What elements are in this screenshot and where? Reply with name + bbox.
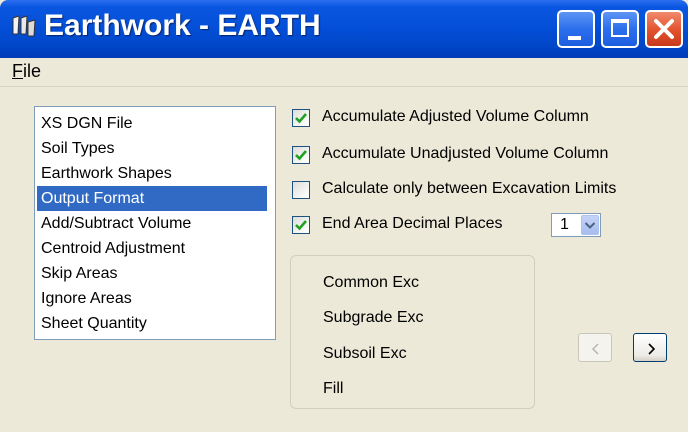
checkmark-icon (295, 113, 307, 124)
checkmark-icon (295, 220, 307, 231)
next-button[interactable] (633, 333, 667, 362)
close-button[interactable] (645, 10, 683, 48)
decimal-places-select[interactable]: 1 (551, 213, 601, 237)
decimal-places-value: 1 (560, 216, 569, 233)
menu-file-label: ile (23, 61, 42, 81)
minimize-icon (568, 36, 581, 40)
list-item-add-subtract-volume[interactable]: Add/Subtract Volume (37, 211, 267, 236)
window-title: Earthwork - EARTH (44, 9, 321, 42)
group-item-common-exc: Common Exc (323, 274, 420, 291)
end-area-decimals-label: End Area Decimal Places (322, 215, 503, 232)
list-item-ignore-areas[interactable]: Ignore Areas (37, 286, 267, 311)
category-list[interactable]: XS DGN File Soil Types Earthwork Shapes … (34, 106, 276, 340)
output-columns-group: Common Exc Subgrade Exc Subsoil Exc Fill (290, 255, 535, 409)
chevron-left-icon (592, 343, 599, 355)
maximize-button[interactable] (601, 10, 639, 48)
list-item-centroid-adjustment[interactable]: Centroid Adjustment (37, 236, 267, 261)
calculate-between-limits-checkbox[interactable] (292, 181, 310, 199)
list-item-output-format[interactable]: Output Format (37, 186, 267, 211)
list-item-skip-areas[interactable]: Skip Areas (37, 261, 267, 286)
menu-file-accelerator: F (12, 61, 23, 81)
minimize-button[interactable] (557, 10, 595, 48)
menu-file[interactable]: File (12, 61, 41, 82)
maximize-icon (611, 19, 629, 37)
calculate-between-limits-label: Calculate only between Excavation Limits (322, 180, 617, 197)
group-item-subsoil-exc: Subsoil Exc (323, 345, 407, 362)
menu-bar: File (0, 58, 688, 87)
earthwork-app-icon[interactable] (10, 12, 38, 40)
chevron-down-icon (584, 222, 596, 229)
earthwork-window: Earthwork - EARTH File XS DGN File Soil … (0, 0, 688, 432)
accumulate-adjusted-checkbox[interactable] (292, 109, 310, 127)
list-item-earthwork-shapes[interactable]: Earthwork Shapes (37, 161, 267, 186)
list-item-sheet-quantity[interactable]: Sheet Quantity (37, 311, 267, 336)
accumulate-unadjusted-label: Accumulate Unadjusted Volume Column (322, 145, 609, 162)
end-area-decimals-checkbox[interactable] (292, 216, 310, 234)
accumulate-adjusted-label: Accumulate Adjusted Volume Column (322, 108, 589, 125)
group-item-fill: Fill (323, 380, 344, 397)
list-item-soil-types[interactable]: Soil Types (37, 136, 267, 161)
decimal-places-dropdown-button[interactable] (581, 215, 599, 235)
chevron-right-icon (648, 343, 656, 355)
checkmark-icon (295, 150, 307, 161)
group-item-subgrade-exc: Subgrade Exc (323, 309, 424, 326)
accumulate-unadjusted-checkbox[interactable] (292, 146, 310, 164)
previous-button[interactable] (578, 333, 612, 362)
list-item-xs-dgn-file[interactable]: XS DGN File (37, 111, 267, 136)
title-bar[interactable]: Earthwork - EARTH (0, 0, 688, 58)
close-icon (647, 12, 681, 46)
